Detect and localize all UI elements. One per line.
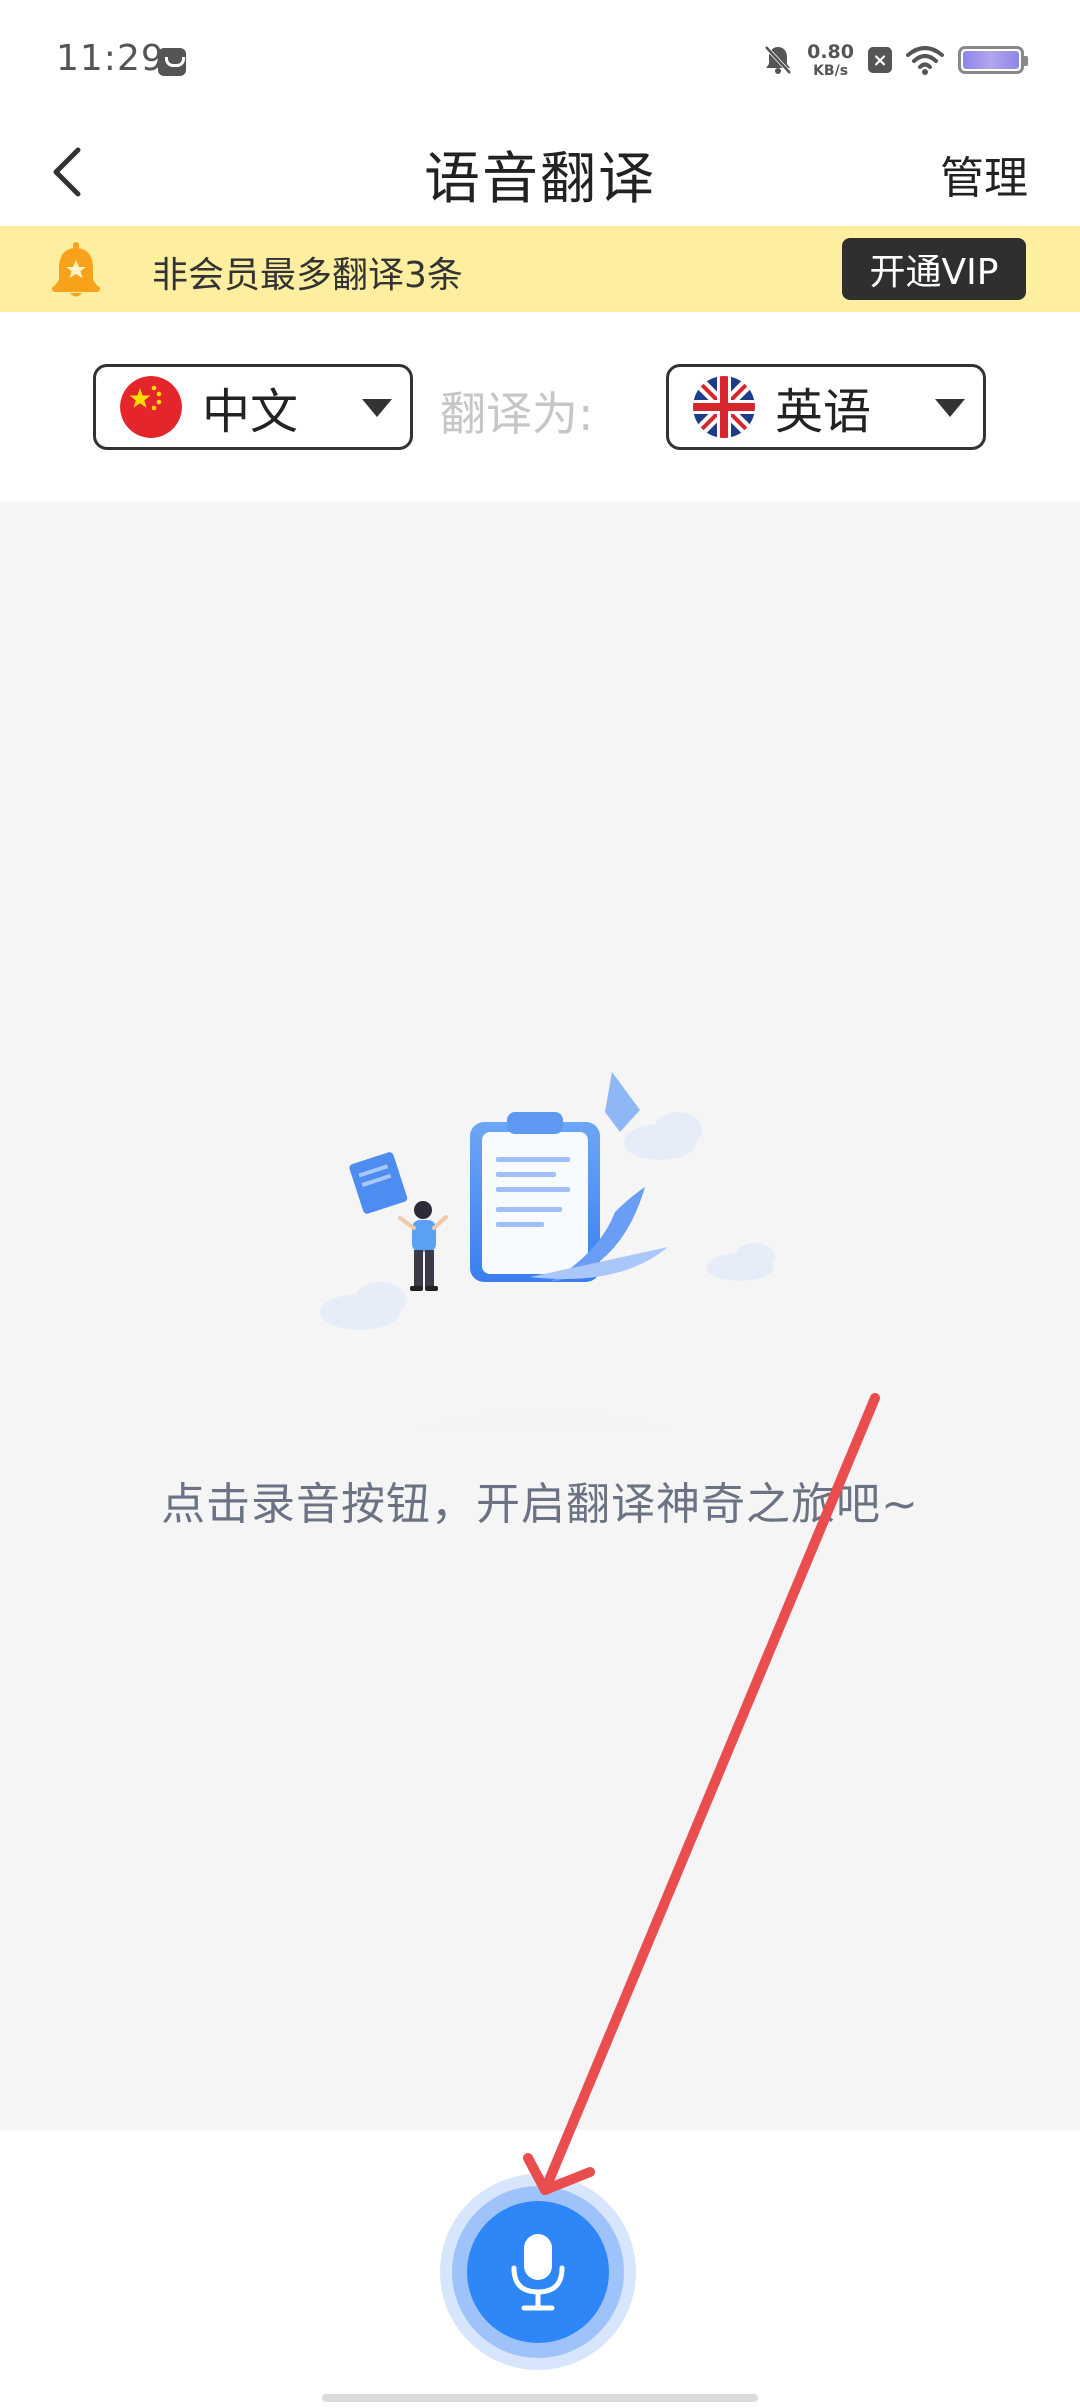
microphone-icon <box>511 2234 565 2311</box>
dropdown-arrow-icon <box>362 399 392 417</box>
network-speed-unit: KB/s <box>813 62 849 79</box>
empty-state-illustration <box>305 1072 785 1432</box>
open-vip-button[interactable]: 开通VIP <box>842 238 1026 300</box>
source-language-label: 中文 <box>202 384 299 440</box>
vip-banner-text: 非会员最多翻译3条 <box>152 255 463 296</box>
app-header: 语音翻译 管理 <box>0 120 1080 226</box>
battery-icon <box>958 46 1028 74</box>
translate-to-label: 翻译为: <box>440 387 594 441</box>
status-icons: 0.80 KB/s × <box>763 40 1028 80</box>
bell-off-icon <box>764 45 792 75</box>
message-icon <box>158 48 186 76</box>
manage-button[interactable]: 管理 <box>940 142 1028 206</box>
target-language-label: 英语 <box>775 384 872 440</box>
network-speed: 0.80 KB/s <box>807 40 854 79</box>
dropdown-arrow-icon <box>935 399 965 417</box>
uk-flag-icon <box>693 376 755 438</box>
record-button[interactable] <box>440 2174 636 2370</box>
target-language-select[interactable]: 英语 <box>666 364 986 450</box>
record-bar <box>0 2130 1080 2408</box>
translation-area: 点击录音按钮，开启翻译神奇之旅吧~ <box>0 502 1080 2130</box>
close-box-icon: × <box>868 47 892 73</box>
china-flag-icon <box>120 376 182 438</box>
status-time: 11:29 <box>56 38 165 79</box>
vip-banner: 非会员最多翻译3条 开通VIP <box>0 226 1080 312</box>
network-speed-value: 0.80 <box>807 40 854 63</box>
home-indicator[interactable] <box>322 2394 758 2402</box>
language-selector-row: 中文 翻译为: 英语 <box>0 312 1080 502</box>
empty-state-hint: 点击录音按钮，开启翻译神奇之旅吧~ <box>161 1479 919 1530</box>
status-bar: 11:29 0.80 KB/s × <box>0 0 1080 120</box>
page-title: 语音翻译 <box>424 147 656 212</box>
bell-icon <box>52 242 100 297</box>
source-language-select[interactable]: 中文 <box>93 364 413 450</box>
wifi-icon <box>906 46 944 75</box>
